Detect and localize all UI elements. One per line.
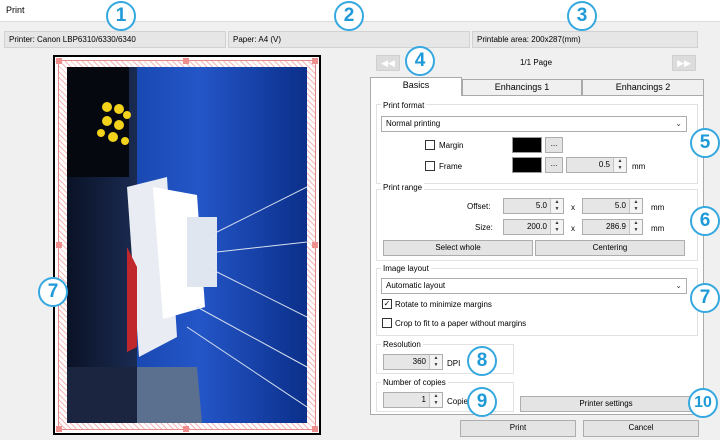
resize-handle[interactable] bbox=[183, 426, 189, 432]
callout-badge: 3 bbox=[567, 1, 597, 31]
copies-input[interactable]: 1 ▲ ▼ bbox=[383, 392, 443, 408]
copies-value: 1 bbox=[421, 395, 426, 404]
frame-color-button[interactable]: ... bbox=[545, 157, 563, 173]
offset-x-input[interactable]: 5.0 ▲ ▼ bbox=[503, 198, 564, 214]
window-title: Print bbox=[6, 5, 25, 15]
prev-page-button[interactable]: ◀◀ bbox=[376, 55, 400, 71]
resolution-unit: DPI bbox=[447, 359, 461, 368]
spinner-arrows-icon[interactable]: ▲ ▼ bbox=[550, 199, 563, 213]
tab-enhancings-1[interactable]: Enhancings 1 bbox=[462, 79, 582, 95]
page-indicator: 1/1 Page bbox=[519, 58, 553, 67]
copies-label: Number of copies bbox=[381, 378, 448, 387]
image-layout-value: Automatic layout bbox=[386, 281, 446, 290]
chevron-down-icon: ⌄ bbox=[675, 281, 682, 290]
offset-label: Offset: bbox=[467, 202, 491, 211]
tab-basics[interactable]: Basics bbox=[370, 77, 462, 96]
printer-settings-button[interactable]: Printer settings bbox=[520, 396, 692, 412]
spinner-arrows-icon[interactable]: ▲ ▼ bbox=[629, 199, 642, 213]
spinner-arrows-icon[interactable]: ▲ ▼ bbox=[429, 355, 442, 369]
crop-label: Crop to fit to a paper without margins bbox=[395, 319, 527, 328]
size-x-input[interactable]: 200.0 ▲ ▼ bbox=[503, 219, 564, 235]
margin-color-button[interactable]: ... bbox=[545, 137, 563, 153]
resize-handle[interactable] bbox=[56, 426, 62, 432]
print-preview[interactable] bbox=[53, 55, 321, 435]
size-label: Size: bbox=[475, 223, 493, 232]
select-whole-button[interactable]: Select whole bbox=[383, 240, 533, 256]
printer-status: Printer: Canon LBP6310/6330/6340 bbox=[4, 31, 226, 48]
frame-label: Frame bbox=[439, 162, 463, 171]
frame-unit-label: mm bbox=[632, 162, 646, 171]
printable-area-status: Printable area: 200x287(mm) bbox=[472, 31, 698, 48]
frame-color-swatch[interactable] bbox=[512, 157, 542, 173]
resize-handle[interactable] bbox=[56, 242, 62, 248]
callout-badge: 8 bbox=[467, 346, 497, 376]
margin-checkbox[interactable] bbox=[425, 140, 435, 150]
paper-status: Paper: A4 (V) bbox=[228, 31, 470, 48]
double-left-arrow-icon: ◀◀ bbox=[381, 58, 395, 68]
size-y-value: 286.9 bbox=[605, 222, 626, 231]
offset-x-value: 5.0 bbox=[535, 201, 547, 210]
offset-y-input[interactable]: 5.0 ▲ ▼ bbox=[582, 198, 643, 214]
rotate-checkbox[interactable]: ✓ bbox=[382, 299, 392, 309]
resolution-value: 360 bbox=[412, 357, 426, 366]
print-format-select[interactable]: Normal printing ⌄ bbox=[381, 116, 687, 132]
print-format-value: Normal printing bbox=[386, 119, 441, 128]
image-layout-select[interactable]: Automatic layout ⌄ bbox=[381, 278, 687, 294]
callout-badge: 5 bbox=[690, 128, 720, 158]
resize-handle[interactable] bbox=[312, 242, 318, 248]
callout-badge: 10 bbox=[688, 388, 718, 418]
size-y-input[interactable]: 286.9 ▲ ▼ bbox=[582, 219, 643, 235]
centering-button[interactable]: Centering bbox=[535, 240, 685, 256]
frame-width-input[interactable]: 0.5 ▲ ▼ bbox=[566, 157, 627, 173]
frame-width-value: 0.5 bbox=[598, 160, 610, 169]
callout-badge: 1 bbox=[106, 1, 136, 31]
resize-handle[interactable] bbox=[183, 58, 189, 64]
callout-badge: 2 bbox=[334, 1, 364, 31]
resize-handle[interactable] bbox=[56, 58, 62, 64]
rotate-label: Rotate to minimize margins bbox=[395, 300, 492, 309]
resolution-input[interactable]: 360 ▲ ▼ bbox=[383, 354, 443, 370]
next-page-button[interactable]: ▶▶ bbox=[672, 55, 696, 71]
resize-handle[interactable] bbox=[312, 426, 318, 432]
size-unit-label: mm bbox=[651, 224, 665, 233]
crop-checkbox[interactable] bbox=[382, 318, 392, 328]
print-button[interactable]: Print bbox=[460, 420, 576, 437]
offset-unit-label: mm bbox=[651, 203, 665, 212]
print-format-label: Print format bbox=[381, 101, 427, 110]
callout-badge: 4 bbox=[405, 46, 435, 76]
margin-label: Margin bbox=[439, 141, 464, 150]
image-layout-label: Image layout bbox=[381, 264, 431, 273]
cancel-button[interactable]: Cancel bbox=[583, 420, 699, 437]
resolution-label: Resolution bbox=[381, 340, 423, 349]
times-sign: x bbox=[571, 203, 575, 212]
spinner-arrows-icon[interactable]: ▲ ▼ bbox=[613, 158, 626, 172]
chevron-down-icon: ⌄ bbox=[675, 119, 682, 128]
offset-y-value: 5.0 bbox=[614, 201, 626, 210]
spinner-arrows-icon[interactable]: ▲ ▼ bbox=[629, 220, 642, 234]
callout-badge: 7 bbox=[38, 277, 68, 307]
resize-handle[interactable] bbox=[312, 58, 318, 64]
size-x-value: 200.0 bbox=[526, 222, 547, 231]
spinner-arrows-icon[interactable]: ▲ ▼ bbox=[550, 220, 563, 234]
print-range-label: Print range bbox=[381, 183, 425, 192]
spinner-arrows-icon[interactable]: ▲ ▼ bbox=[429, 393, 442, 407]
double-right-arrow-icon: ▶▶ bbox=[677, 58, 691, 68]
callout-badge: 7 bbox=[690, 283, 720, 313]
frame-checkbox[interactable] bbox=[425, 161, 435, 171]
callout-badge: 9 bbox=[467, 387, 497, 417]
checkmark-icon: ✓ bbox=[383, 299, 391, 308]
boat-photo bbox=[67, 67, 307, 423]
preview-image bbox=[67, 67, 307, 423]
times-sign: x bbox=[571, 224, 575, 233]
margin-color-swatch[interactable] bbox=[512, 137, 542, 153]
callout-badge: 6 bbox=[690, 206, 720, 236]
tab-enhancings-2[interactable]: Enhancings 2 bbox=[582, 79, 704, 95]
